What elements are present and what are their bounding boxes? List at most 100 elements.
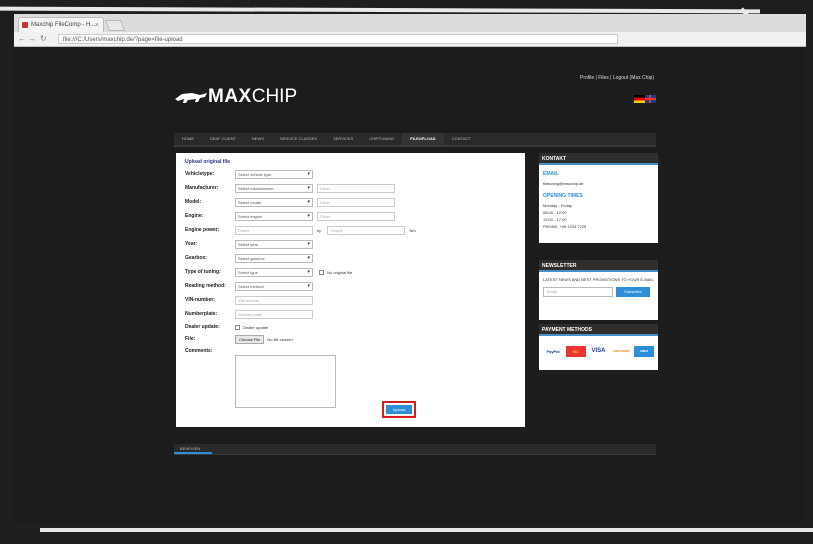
sidebar-contact: KONTAKT EMAIL filetuning@maxchip.de OPEN… [539, 153, 658, 243]
row-tuning: Type of tuning: Select type No original … [185, 267, 352, 277]
dealer-label: Dealer update: [185, 324, 220, 330]
subscribe-button[interactable]: Subscribe [616, 287, 650, 297]
model-label: Model: [185, 199, 202, 205]
row-engine-power: Engine power: Power hp Torque Nm [185, 225, 416, 235]
power-unit: hp [317, 227, 322, 233]
account-links[interactable]: Profile | Files | Logout (Max Chip) [580, 75, 654, 81]
hours-line-2: 08:00 - 12:00 [543, 210, 567, 215]
vin-input[interactable]: VIN number [235, 295, 313, 305]
tuning-select[interactable]: Select type [235, 267, 313, 277]
newsletter-box: LATEST NEWS AND BEST PROMOTIONS TO YOUR … [539, 272, 658, 320]
row-manufacturer: Manufacturer: Select manufacturer Other [185, 183, 395, 193]
visa-icon: VISA [591, 347, 606, 354]
logo-text-bold: MAX [208, 86, 252, 107]
comments-label: Comments: [185, 348, 213, 354]
file-label: File: [185, 336, 196, 342]
email-heading: EMAIL [543, 171, 559, 177]
browser-tabbar: Maxchip FileComp - H... × [14, 14, 806, 32]
nav-item-news[interactable]: NEWS [244, 133, 272, 145]
row-dealer: Dealer update: Dealer update [185, 322, 268, 332]
gearbox-select[interactable]: Select gearbox [235, 253, 313, 263]
payment-box: PayPal MC VISA DISCOVER AMEX [539, 336, 658, 370]
tab-title: Maxchip FileComp - H... [31, 22, 96, 28]
sidebar-newsletter: NEWSLETTER LATEST NEWS AND BEST PROMOTIO… [539, 260, 658, 320]
row-gearbox: Gearbox: Select gearbox [185, 253, 313, 263]
close-tab-icon[interactable]: × [95, 18, 99, 33]
reload-icon[interactable]: ↻ [40, 33, 47, 45]
form-title: Upload original file [185, 159, 231, 165]
amex-icon: AMEX [634, 345, 654, 357]
newsletter-heading: NEWSLETTER [539, 260, 658, 272]
nav-item-services[interactable]: SERVICES [325, 133, 361, 145]
file-status: No file chosen [267, 336, 293, 342]
address-bar-row: ← → ↻ file:///C:/Users/maxchip.de/?page=… [14, 32, 806, 47]
engine-other-input[interactable]: Other [317, 211, 395, 221]
german-flag-icon[interactable] [634, 95, 645, 103]
row-vehicletype: Vehicletype: Select vehicle type [185, 169, 313, 179]
dealer-update-checkbox[interactable] [235, 324, 240, 330]
row-reading: Reading method: Select method [185, 281, 313, 291]
reading-select[interactable]: Select method [235, 281, 313, 291]
choose-file-button[interactable]: Choose File [235, 334, 265, 344]
nav-item-service-classes[interactable]: SERVICE CLASSES [272, 133, 325, 145]
row-numberplate: Numberplate: Number plate [185, 309, 313, 319]
engine-label: Engine: [185, 213, 204, 219]
gearbox-label: Gearbox: [185, 255, 207, 261]
phone-line: PHONE: +49 1234 7229 [543, 224, 587, 229]
newsletter-text: LATEST NEWS AND BEST PROMOTIONS TO YOUR … [543, 277, 654, 282]
frame-stripe-bottom [40, 528, 813, 532]
paypal-icon: PayPal [546, 348, 560, 354]
manufacturer-label: Manufacturer: [185, 185, 219, 191]
power-input[interactable]: Power [235, 225, 313, 235]
footer-tab[interactable]: BEHEIVEN [174, 444, 212, 454]
browser-tab[interactable]: Maxchip FileComp - H... × [18, 17, 104, 32]
newsletter-email-input[interactable]: Email [543, 287, 613, 297]
numberplate-label: Numberplate: [185, 311, 218, 317]
site-logo[interactable]: MAX CHIP [174, 85, 297, 109]
numberplate-input[interactable]: Number plate [235, 309, 313, 319]
browser-window: Maxchip FileComp - H... × ← → ↻ file:///… [14, 14, 806, 524]
no-original-file-checkbox[interactable] [319, 269, 324, 275]
email-link[interactable]: filetuning@maxchip.de [543, 180, 654, 187]
year-select[interactable]: Select year [235, 239, 313, 249]
nav-item-home[interactable]: HOME [174, 133, 202, 145]
row-comments: Comments: [185, 346, 235, 356]
row-year: Year: Select year [185, 239, 313, 249]
payment-logos: PayPal MC VISA DISCOVER AMEX [543, 340, 654, 362]
sidebar-payment: PAYMENT METHODS PayPal MC VISA DISCOVER … [539, 324, 658, 370]
url-field[interactable]: file:///C:/Users/maxchip.de/?page=file-u… [58, 34, 618, 44]
nav-item-chiptuning[interactable]: CHIPTUNING [361, 133, 402, 145]
footer-bar [174, 444, 656, 455]
back-icon[interactable]: ← [18, 33, 26, 45]
torque-input[interactable]: Torque [327, 225, 406, 235]
main-nav: HOME DEAF CLIENT NEWS SERVICE CLASSES SE… [174, 133, 656, 147]
discover-icon: DISCOVER [613, 348, 630, 353]
new-tab-button[interactable] [104, 20, 126, 31]
year-label: Year: [185, 241, 198, 247]
panther-icon [174, 90, 208, 104]
uk-flag-icon[interactable] [645, 95, 656, 103]
model-select[interactable]: Select model [235, 197, 313, 207]
nav-item-deaf-client[interactable]: DEAF CLIENT [202, 133, 244, 145]
comments-textarea[interactable] [235, 355, 336, 408]
model-other-input[interactable]: Other [317, 197, 395, 207]
engine-power-label: Engine power: [185, 227, 220, 233]
manufacturer-other-input[interactable]: Other [317, 183, 395, 193]
hours-line-1: Monday - Friday [543, 203, 572, 208]
reading-label: Reading method: [185, 283, 226, 289]
manufacturer-select[interactable]: Select manufacturer [235, 183, 313, 193]
hours-line-3: 13:00 - 17:00 [543, 217, 567, 222]
upload-form: Upload original file Vehicletype: Select… [176, 153, 525, 427]
row-model: Model: Select model Other [185, 197, 395, 207]
forward-icon[interactable]: → [28, 33, 36, 45]
upload-button[interactable]: Upload [386, 405, 412, 414]
row-file: File: Choose File No file chosen [185, 334, 293, 344]
favicon-icon [22, 22, 28, 28]
vehicletype-select[interactable]: Select vehicle type [235, 169, 313, 179]
payment-heading: PAYMENT METHODS [539, 324, 658, 336]
newsletter-form: Email Subscribe [543, 287, 654, 297]
engine-select[interactable]: Select engine [235, 211, 313, 221]
torque-unit: Nm [409, 227, 416, 233]
nav-item-fileupload[interactable]: FILEUPLOAD [402, 133, 444, 145]
nav-item-contact[interactable]: CONTACT [444, 133, 479, 145]
